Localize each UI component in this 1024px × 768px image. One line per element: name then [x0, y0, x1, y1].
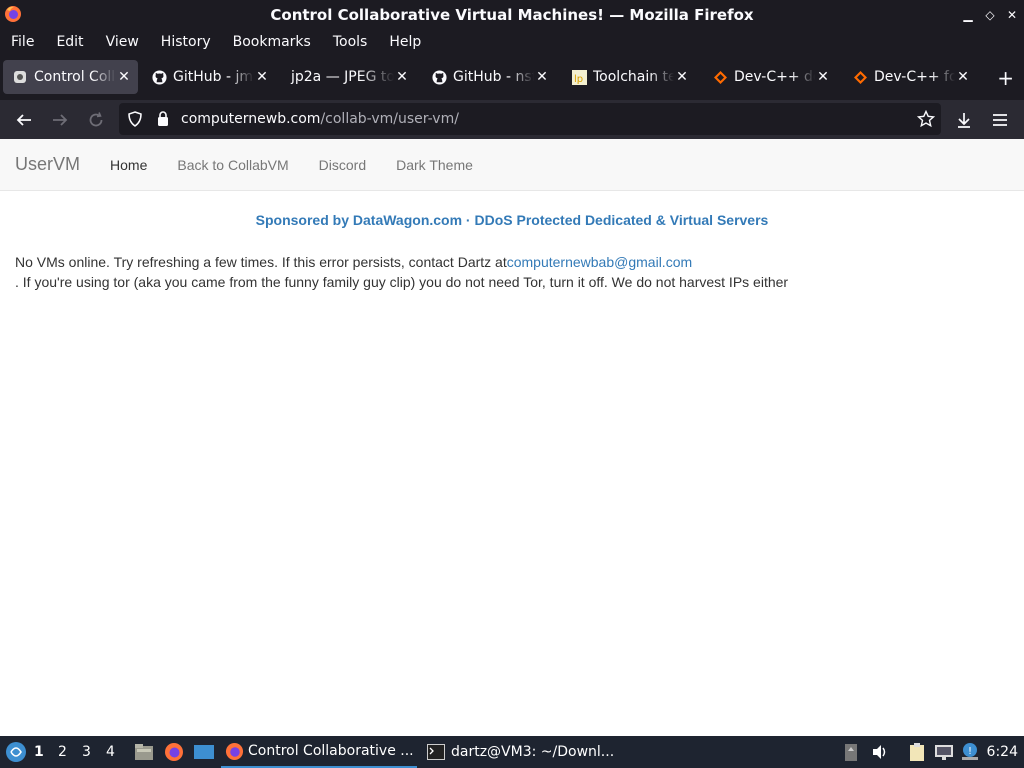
- svg-text:lp: lp: [574, 74, 583, 85]
- menu-tools[interactable]: Tools: [322, 34, 379, 50]
- taskbar-clock[interactable]: 6:24: [987, 736, 1018, 768]
- menu-edit[interactable]: Edit: [45, 34, 94, 50]
- tab-github-jmh[interactable]: GitHub - jmh ✕: [142, 60, 276, 94]
- site-brand[interactable]: UserVM: [15, 154, 80, 175]
- lock-icon[interactable]: [156, 110, 170, 131]
- downloads-icon[interactable]: [953, 109, 975, 131]
- task-firefox[interactable]: Control Collaborative ...: [221, 736, 417, 768]
- clipboard-icon[interactable]: [907, 736, 927, 768]
- firefox-icon: [225, 742, 244, 760]
- notification-icon[interactable]: !: [960, 736, 980, 768]
- url-domain: computernewb.com: [181, 111, 321, 127]
- tab-close-icon[interactable]: ✕: [815, 69, 831, 85]
- nav-dark-theme[interactable]: Dark Theme: [396, 157, 473, 173]
- task-label: dartz@VM3: ~/Downl...: [451, 744, 615, 760]
- tab-devcpp-2[interactable]: Dev-C++ for ✕: [843, 60, 977, 94]
- github-icon: [151, 69, 167, 85]
- close-icon[interactable]: ✕: [1006, 8, 1018, 22]
- workspace-1[interactable]: 1: [34, 736, 54, 768]
- network-icon[interactable]: [934, 736, 954, 768]
- status-message: No VMs online. Try refreshing a few time…: [15, 252, 995, 292]
- terminal-icon: [427, 744, 445, 760]
- tab-label: Dev-C++ for: [874, 69, 955, 85]
- tab-close-icon[interactable]: ✕: [534, 69, 550, 85]
- menu-bookmarks[interactable]: Bookmarks: [222, 34, 322, 50]
- tab-close-icon[interactable]: ✕: [254, 69, 270, 85]
- battery-icon[interactable]: [844, 736, 858, 768]
- collabvm-icon: [12, 69, 28, 85]
- svg-text:!: !: [968, 746, 972, 757]
- message-text-1: No VMs online. Try refreshing a few time…: [15, 254, 507, 270]
- menu-history[interactable]: History: [150, 34, 222, 50]
- desktop-icon[interactable]: [193, 736, 215, 768]
- back-icon[interactable]: [13, 109, 35, 131]
- taskbar: 1 2 3 4 Control Collaborative ... dartz@…: [0, 736, 1024, 768]
- tab-close-icon[interactable]: ✕: [674, 69, 690, 85]
- contact-email-link[interactable]: computernewbab@gmail.com: [507, 254, 692, 270]
- tab-close-icon[interactable]: ✕: [394, 69, 410, 85]
- devcpp-icon: [712, 69, 728, 85]
- tab-github-nsf[interactable]: GitHub - nsf/ ✕: [422, 60, 556, 94]
- site-navbar: UserVM Home Back to CollabVM Discord Dar…: [0, 139, 1024, 191]
- forward-icon[interactable]: [49, 109, 71, 131]
- workspace-2[interactable]: 2: [58, 736, 78, 768]
- page-content: UserVM Home Back to CollabVM Discord Dar…: [0, 139, 1024, 736]
- nav-back-to-collabvm[interactable]: Back to CollabVM: [177, 157, 288, 173]
- maximize-icon[interactable]: ◇: [984, 8, 996, 22]
- start-menu-icon[interactable]: [5, 736, 27, 768]
- tab-devcpp-1[interactable]: Dev-C++ do ✕: [703, 60, 837, 94]
- tab-label: Dev-C++ do: [734, 69, 815, 85]
- menu-file[interactable]: File: [0, 34, 45, 50]
- tab-jp2a[interactable]: jp2a — JPEG to ASCII ✕: [282, 60, 416, 94]
- new-tab-icon[interactable]: +: [997, 68, 1014, 88]
- firefox-launcher-icon[interactable]: [164, 736, 184, 768]
- url-bar[interactable]: computernewb.com/collab-vm/user-vm/: [119, 103, 941, 135]
- tab-toolchain[interactable]: lp Toolchain tes ✕: [562, 60, 696, 94]
- window-titlebar: Control Collaborative Virtual Machines! …: [0, 0, 1024, 29]
- file-manager-icon[interactable]: [134, 736, 154, 768]
- menu-bar: File Edit View History Bookmarks Tools H…: [0, 29, 1024, 54]
- shield-icon[interactable]: [127, 111, 143, 131]
- task-label: Control Collaborative ...: [248, 743, 414, 759]
- github-icon: [431, 69, 447, 85]
- navigation-toolbar: computernewb.com/collab-vm/user-vm/: [0, 100, 1024, 139]
- workspace-3[interactable]: 3: [82, 736, 102, 768]
- tab-control-collabvm[interactable]: Control Collaborative Virtual Machines! …: [3, 60, 138, 94]
- tab-label: GitHub - jmh: [173, 69, 254, 85]
- tab-strip: Control Collaborative Virtual Machines! …: [0, 54, 1024, 100]
- tab-label: Toolchain tes: [593, 69, 674, 85]
- volume-icon[interactable]: [871, 736, 889, 768]
- tab-label: Control Collaborative Virtual Machines!: [34, 69, 116, 85]
- tab-close-icon[interactable]: ✕: [116, 69, 132, 85]
- menu-help[interactable]: Help: [378, 34, 432, 50]
- hamburger-menu-icon[interactable]: [989, 109, 1011, 131]
- firefox-logo-icon: [5, 6, 21, 22]
- window-title: Control Collaborative Virtual Machines! …: [270, 5, 754, 24]
- devcpp-icon: [852, 69, 868, 85]
- sponsor-link[interactable]: Sponsored by DataWagon.com · DDoS Protec…: [0, 212, 1024, 228]
- nav-discord[interactable]: Discord: [319, 157, 366, 173]
- url-text[interactable]: computernewb.com/collab-vm/user-vm/: [181, 111, 459, 127]
- workspace-4[interactable]: 4: [106, 736, 126, 768]
- reload-icon[interactable]: [85, 109, 107, 131]
- minimize-icon[interactable]: ▁: [962, 8, 974, 22]
- tab-close-icon[interactable]: ✕: [955, 69, 971, 85]
- tab-label: GitHub - nsf/: [453, 69, 534, 85]
- tab-label: jp2a — JPEG to ASCII: [291, 69, 394, 85]
- lp-icon: lp: [571, 69, 587, 85]
- nav-home[interactable]: Home: [110, 157, 147, 173]
- url-path: /collab-vm/user-vm/: [320, 111, 459, 127]
- message-text-2: . If you're using tor (aka you came from…: [15, 274, 789, 290]
- task-terminal[interactable]: dartz@VM3: ~/Downl...: [423, 736, 619, 768]
- menu-view[interactable]: View: [95, 34, 150, 50]
- bookmark-star-icon[interactable]: [916, 109, 936, 132]
